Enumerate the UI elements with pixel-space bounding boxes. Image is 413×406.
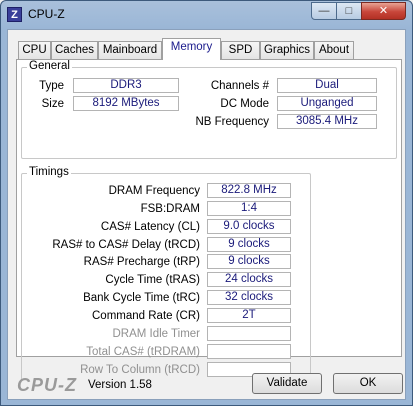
version-label: Version 1.58 [88, 379, 152, 391]
timing-label: DRAM Idle Timer [112, 328, 200, 340]
timing-label: Command Rate (CR) [92, 310, 200, 322]
timing-label: FSB:DRAM [140, 203, 200, 215]
timings-group: Timings DRAM Frequency 822.8 MHz FSB:DRA… [21, 166, 311, 381]
tab-caches[interactable]: Caches [51, 41, 98, 59]
tab-spd[interactable]: SPD [221, 41, 260, 59]
channels-value: Dual [277, 78, 377, 93]
tab-graphics[interactable]: Graphics [260, 41, 314, 59]
timing-label: Cycle Time (tRAS) [105, 274, 200, 286]
close-icon: ✕ [378, 5, 389, 17]
timing-value: 9 clocks [207, 254, 291, 269]
timing-label: RAS# to CAS# Delay (tRCD) [52, 239, 200, 251]
cpuz-brand-logo: CPU-Z [17, 375, 77, 395]
maximize-icon: □ [345, 5, 353, 17]
timing-label: CAS# Latency (CL) [100, 221, 200, 233]
close-button[interactable]: ✕ [361, 2, 406, 20]
timing-value: 32 clocks [207, 290, 291, 305]
nb-frequency-label: NB Frequency [195, 116, 269, 128]
timing-value: 1:4 [207, 201, 291, 216]
client-area: CPU Caches Mainboard Memory SPD Graphics… [7, 29, 406, 400]
timing-value: 822.8 MHz [207, 183, 291, 198]
timing-value: 9.0 clocks [207, 219, 291, 234]
timing-label: Total CAS# (tRDRAM) [86, 346, 200, 358]
cpuz-app-icon[interactable]: Z [7, 7, 22, 22]
cpuz-window: Z CPU-Z — □ ✕ CPU Caches Mainboard Memor… [0, 0, 413, 406]
timings-group-title: Timings [27, 166, 71, 178]
nb-frequency-value: 3085.4 MHz [277, 114, 377, 129]
timing-value [207, 326, 291, 341]
general-group: General Type DDR3 Size 8192 MBytes Chann… [21, 60, 397, 159]
timing-value: 2T [207, 308, 291, 323]
minimize-icon: — [318, 5, 330, 17]
tab-mainboard[interactable]: Mainboard [98, 41, 162, 59]
timing-value: 9 clocks [207, 237, 291, 252]
tab-about[interactable]: About [314, 41, 354, 59]
dc-mode-label: DC Mode [220, 98, 269, 110]
maximize-button[interactable]: □ [336, 2, 362, 20]
memory-tab-panel: General Type DDR3 Size 8192 MBytes Chann… [16, 59, 402, 381]
minimize-button[interactable]: — [311, 2, 337, 20]
size-value: 8192 MBytes [73, 96, 179, 111]
validate-button[interactable]: Validate [252, 373, 322, 394]
type-value: DDR3 [73, 78, 179, 93]
size-label: Size [41, 98, 64, 110]
timing-label: RAS# Precharge (tRP) [83, 256, 200, 268]
timing-label: DRAM Frequency [108, 185, 200, 197]
ok-button[interactable]: OK [333, 373, 403, 394]
tab-cpu[interactable]: CPU [18, 41, 51, 59]
general-group-title: General [27, 60, 72, 72]
timing-label: Bank Cycle Time (tRC) [83, 292, 200, 304]
type-label: Type [39, 80, 64, 92]
timing-value [207, 344, 291, 359]
window-title: CPU-Z [28, 7, 65, 21]
tab-memory[interactable]: Memory [162, 38, 221, 60]
dc-mode-value: Unganged [277, 96, 377, 111]
timing-value: 24 clocks [207, 272, 291, 287]
title-bar[interactable]: Z CPU-Z — □ ✕ [1, 1, 412, 29]
channels-label: Channels # [210, 80, 269, 92]
